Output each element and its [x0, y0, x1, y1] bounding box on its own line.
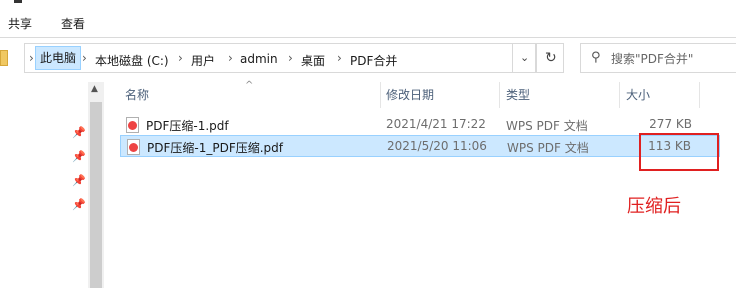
breadcrumb-admin[interactable]: admin	[240, 52, 278, 66]
file-name: PDF压缩-1.pdf	[146, 119, 229, 133]
folder-icon	[0, 50, 8, 66]
search-input[interactable]	[611, 50, 736, 68]
column-header-date[interactable]: 修改日期	[386, 82, 434, 108]
tab-view[interactable]: 查看	[61, 15, 85, 32]
scroll-up-icon[interactable]: ▲	[91, 84, 98, 94]
refresh-icon: ↻	[545, 50, 557, 66]
annotation-label: 压缩后	[627, 196, 681, 217]
column-header-size[interactable]: 大小	[626, 82, 650, 108]
file-type: WPS PDF 文档	[507, 141, 589, 155]
breadcrumb-users[interactable]: 用户	[191, 52, 215, 69]
column-divider[interactable]	[380, 82, 381, 108]
pdf-file-icon	[126, 117, 139, 133]
file-name: PDF压缩-1_PDF压缩.pdf	[147, 141, 283, 155]
ribbon-edge	[14, 0, 22, 3]
chevron-right-icon[interactable]: ›	[178, 51, 183, 65]
column-header-type[interactable]: 类型	[506, 82, 530, 108]
file-row-selected[interactable]: PDF压缩-1_PDF压缩.pdf 2021/5/20 11:06 WPS PD…	[120, 135, 720, 157]
navigation-pane: 📌 📌 📌 📌 ▲	[0, 82, 106, 288]
file-date: 2021/4/21 17:22	[386, 117, 486, 131]
file-row[interactable]: PDF压缩-1.pdf 2021/4/21 17:22 WPS PDF 文档 2…	[120, 114, 720, 136]
breadcrumb-pdf-merge[interactable]: PDF合并	[350, 52, 397, 69]
pin-icon[interactable]: 📌	[72, 174, 86, 187]
breadcrumb-this-pc[interactable]: 此电脑	[35, 46, 82, 70]
ribbon: 共享 查看	[0, 0, 736, 38]
column-divider[interactable]	[499, 82, 500, 108]
search-icon: ⚲	[591, 50, 601, 65]
chevron-right-icon[interactable]: ›	[337, 51, 342, 65]
chevron-right-icon[interactable]: ›	[82, 51, 87, 65]
pin-icon[interactable]: 📌	[72, 198, 86, 211]
column-divider[interactable]	[619, 82, 620, 108]
sort-ascending-icon: ^	[245, 80, 254, 91]
chevron-right-icon[interactable]: ›	[228, 51, 233, 65]
tab-share[interactable]: 共享	[8, 15, 32, 32]
address-row: › 此电脑 › 本地磁盘 (C:) › 用户 › admin › 桌面 › PD…	[0, 38, 736, 82]
pdf-file-icon	[127, 139, 140, 155]
chevron-right-icon[interactable]: ›	[29, 51, 34, 65]
refresh-button[interactable]: ↻	[536, 43, 564, 73]
column-divider[interactable]	[699, 82, 700, 108]
chevron-down-icon: ⌄	[520, 51, 530, 64]
pin-icon[interactable]: 📌	[72, 126, 86, 139]
column-header-name[interactable]: 名称	[125, 82, 149, 108]
chevron-right-icon[interactable]: ›	[288, 51, 293, 65]
breadcrumb-desktop[interactable]: 桌面	[301, 52, 325, 69]
scrollbar-thumb[interactable]	[90, 102, 102, 288]
search-box[interactable]: ⚲	[580, 43, 736, 73]
pin-icon[interactable]: 📌	[72, 150, 86, 163]
breadcrumb-local-disk[interactable]: 本地磁盘 (C:)	[95, 52, 169, 69]
nav-scrollbar[interactable]: ▲	[88, 82, 104, 288]
file-date: 2021/5/20 11:06	[387, 139, 487, 153]
address-bar[interactable]: › 此电脑 › 本地磁盘 (C:) › 用户 › admin › 桌面 › PD…	[24, 43, 536, 73]
address-history-button[interactable]: ⌄	[512, 43, 536, 73]
file-type: WPS PDF 文档	[506, 119, 588, 133]
highlight-box	[639, 133, 719, 171]
file-size: 277 KB	[649, 117, 692, 131]
